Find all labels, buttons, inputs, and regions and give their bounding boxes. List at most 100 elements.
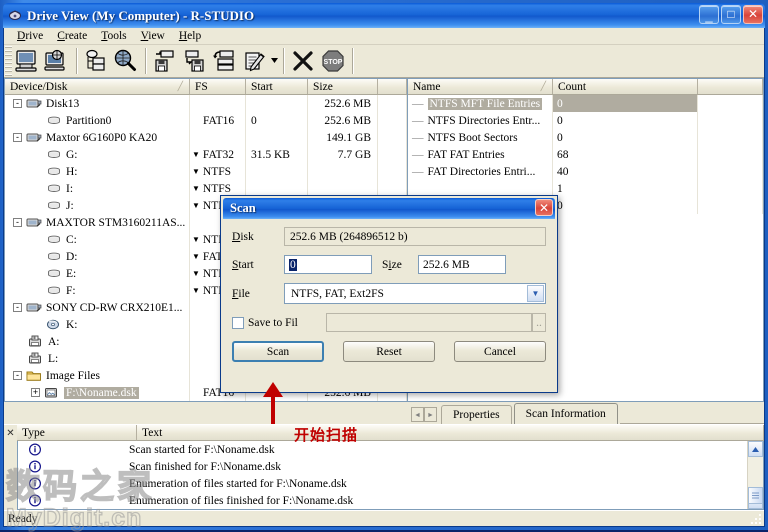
device-row[interactable]: G: ▼ FAT32 31.5 KB 7.7 GB: [5, 146, 407, 164]
scan-info-name-cell: — FAT FAT Entries: [408, 146, 553, 164]
collapse-toggle[interactable]: -: [13, 303, 22, 313]
column-header-count[interactable]: Count: [553, 79, 698, 95]
device-row[interactable]: Partition0 FAT16 0 252.6 MB: [5, 112, 407, 130]
scan-dialog-close-button[interactable]: ✕: [535, 199, 553, 216]
column-header-size[interactable]: Size: [308, 79, 378, 95]
log-vertical-scrollbar[interactable]: [747, 441, 763, 510]
device-name-cell: J:: [5, 197, 190, 215]
recover-icon[interactable]: [210, 46, 240, 76]
menu-create[interactable]: Create: [50, 29, 94, 43]
scan-info-name: FAT FAT Entries: [427, 148, 505, 161]
collapse-toggle[interactable]: -: [13, 371, 22, 381]
disk-icon: [26, 218, 42, 227]
tab-prev-button[interactable]: ◄: [411, 407, 424, 423]
close-x-icon[interactable]: [288, 46, 318, 76]
minimize-button[interactable]: _: [699, 5, 719, 24]
scan-info-row[interactable]: — NTFS MFT File Entries 0: [408, 95, 763, 113]
size-input[interactable]: 252.6 MB: [418, 255, 506, 274]
file-system-combobox[interactable]: NTFS, FAT, Ext2FS ▼: [284, 283, 546, 304]
fs-dropdown-icon[interactable]: ▼: [192, 252, 200, 261]
menu-view[interactable]: View: [134, 29, 172, 43]
open-drive-files-icon[interactable]: [12, 46, 42, 76]
save-scan-info-icon[interactable]: [180, 46, 210, 76]
expand-toggle[interactable]: +: [31, 388, 40, 398]
maximize-button[interactable]: □: [721, 5, 741, 24]
close-button[interactable]: ✕: [743, 5, 763, 24]
scan-button[interactable]: Scan: [232, 341, 324, 362]
fs-dropdown-icon[interactable]: ▼: [192, 269, 200, 278]
menu-tools[interactable]: Tools: [94, 29, 133, 43]
fs-dropdown-icon[interactable]: ▼: [192, 150, 200, 159]
fs-dropdown-icon[interactable]: ▼: [192, 235, 200, 244]
log-row[interactable]: Enumeration of files started for F:\Nona…: [18, 475, 763, 492]
scan-info-row[interactable]: — NTFS Boot Sectors 0: [408, 129, 763, 147]
create-image-icon[interactable]: [81, 46, 111, 76]
log-body: Scan started for F:\Noname.dsk Scan finis…: [17, 441, 764, 511]
tree-dash: —: [412, 114, 424, 127]
column-header-device-disk[interactable]: Device/Disk ╱: [5, 79, 190, 95]
cancel-button[interactable]: Cancel: [454, 341, 546, 362]
start-input[interactable]: 0: [284, 255, 372, 274]
tab-scan-information[interactable]: Scan Information: [513, 403, 618, 425]
open-image-icon[interactable]: [150, 46, 180, 76]
close-icon: ✕: [538, 200, 550, 215]
chevron-down-icon[interactable]: ▼: [527, 285, 544, 302]
collapse-toggle[interactable]: -: [13, 218, 22, 228]
scan-info-count-cell: 0: [553, 95, 698, 113]
device-row[interactable]: - Disk13 252.6 MB: [5, 95, 407, 113]
device-name-cell: I:: [5, 180, 190, 198]
save-to-file-input[interactable]: [326, 313, 532, 332]
scan-icon[interactable]: [111, 46, 141, 76]
log-row[interactable]: Enumeration of files finished for F:\Non…: [18, 492, 763, 509]
scan-info-row[interactable]: — FAT FAT Entries 68: [408, 146, 763, 164]
toolbar-grip[interactable]: [5, 45, 12, 76]
column-label: FS: [195, 80, 208, 93]
file-label: File: [232, 288, 284, 300]
collapse-toggle[interactable]: -: [13, 133, 22, 143]
open-drive-image-icon[interactable]: [42, 46, 72, 76]
device-row[interactable]: - Maxtor 6G160P0 KA20 149.1 GB: [5, 129, 407, 147]
column-header-name[interactable]: Name ╱: [408, 79, 553, 95]
column-header-type[interactable]: Type: [17, 425, 137, 442]
fs-dropdown-icon[interactable]: ▼: [192, 201, 200, 210]
partition-icon: [48, 185, 60, 193]
menu-drive[interactable]: Drive: [10, 29, 50, 43]
disk-label: Disk: [232, 231, 284, 243]
toolbar-separator: [283, 47, 284, 74]
fs-dropdown-icon[interactable]: ▼: [192, 167, 200, 176]
sort-indicator-icon: ╱: [540, 81, 546, 92]
partition-icon: [48, 151, 60, 159]
fs-dropdown-icon[interactable]: ▼: [192, 286, 200, 295]
device-name-label: E:: [66, 267, 77, 280]
scroll-up-button[interactable]: [748, 441, 763, 458]
device-name-cell: - Maxtor 6G160P0 KA20: [5, 129, 190, 147]
collapse-toggle[interactable]: -: [13, 99, 22, 109]
tab-properties[interactable]: Properties: [441, 405, 512, 425]
filler-cell: [378, 112, 407, 130]
resize-grip[interactable]: [750, 513, 762, 525]
column-label: Text: [142, 426, 163, 439]
column-header-start[interactable]: Start: [246, 79, 308, 95]
column-header-text[interactable]: Text: [137, 425, 764, 442]
device-row[interactable]: H: ▼ NTFS: [5, 163, 407, 181]
tab-next-button[interactable]: ►: [424, 407, 437, 423]
browse-button[interactable]: ..: [532, 313, 546, 332]
log-row[interactable]: Scan finished for F:\Noname.dsk: [18, 458, 763, 475]
log-type-cell: [18, 460, 125, 473]
stop-icon[interactable]: STOP: [318, 46, 348, 76]
log-close-icon[interactable]: ✕: [4, 428, 17, 439]
scan-info-row[interactable]: — FAT Directories Entri... 40: [408, 163, 763, 181]
view-edit-icon[interactable]: [240, 46, 270, 76]
reset-button[interactable]: Reset: [343, 341, 435, 362]
chevron-down-icon[interactable]: [270, 46, 279, 76]
menu-help[interactable]: Help: [172, 29, 208, 43]
log-row[interactable]: Scan started for F:\Noname.dsk: [18, 441, 763, 458]
info-icon: [28, 460, 42, 473]
save-to-file-checkbox[interactable]: [232, 316, 244, 329]
fs-cell: ▼ FAT32: [190, 146, 246, 164]
column-header-fs[interactable]: FS: [190, 79, 246, 95]
fs-dropdown-icon[interactable]: ▼: [192, 184, 200, 193]
filler-cell: [698, 180, 763, 198]
scroll-thumb[interactable]: [748, 487, 763, 505]
scan-info-row[interactable]: — NTFS Directories Entr... 0: [408, 112, 763, 130]
